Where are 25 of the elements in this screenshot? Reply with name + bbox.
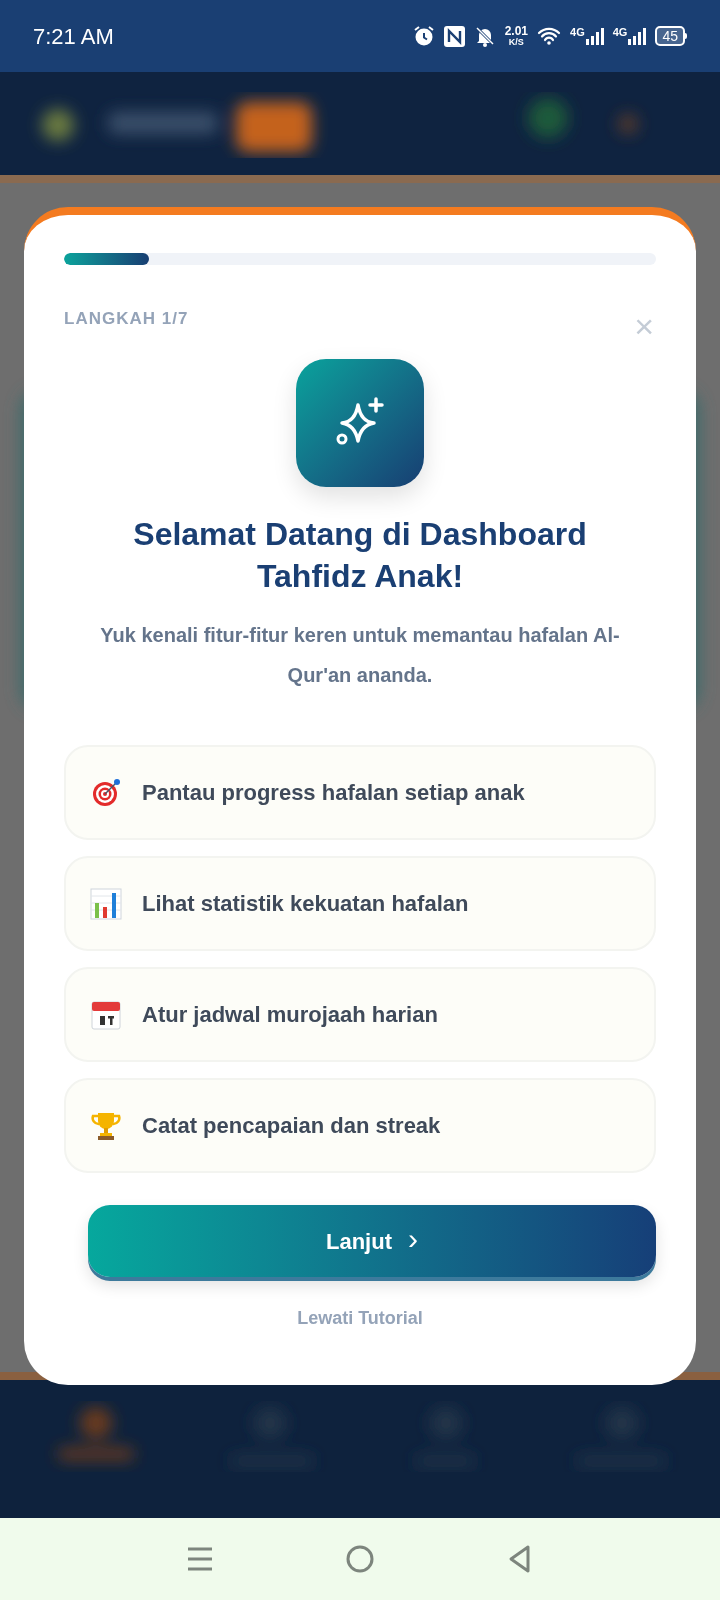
target-icon bbox=[90, 776, 122, 809]
network-type: 4G bbox=[570, 27, 585, 38]
close-button[interactable]: × bbox=[634, 309, 654, 343]
speed-unit: K/S bbox=[508, 38, 524, 47]
signal-icon bbox=[628, 27, 647, 45]
feature-text: Lihat statistik kekuatan hafalan bbox=[142, 890, 469, 918]
nfc-icon bbox=[443, 25, 465, 47]
network-type: 4G bbox=[612, 27, 628, 38]
feature-text: Pantau progress hafalan setiap anak bbox=[142, 779, 525, 807]
step-label: LANGKAH 1/7 bbox=[64, 308, 189, 331]
feature-text: Atur jadwal murojaah harian bbox=[142, 1001, 438, 1029]
welcome-subtitle: Yuk kenali fitur-fitur keren untuk memantau hafalan Al-Qur'an ananda. bbox=[99, 623, 621, 688]
network-speed: 2.01 bbox=[504, 25, 529, 37]
status-time: 7:21 AM bbox=[33, 22, 114, 51]
calendar-icon bbox=[90, 998, 122, 1031]
welcome-title: Selamat Datang di Dashboard Tahfidz Anak! bbox=[132, 515, 588, 596]
alarm-icon bbox=[412, 25, 435, 47]
home-icon[interactable] bbox=[345, 1544, 375, 1574]
bell-muted-icon bbox=[473, 25, 496, 47]
skip-tutorial-link[interactable]: Lewati Tutorial bbox=[297, 1305, 423, 1332]
wifi-icon bbox=[537, 26, 562, 46]
feature-text: Catat pencapaian dan streak bbox=[142, 1112, 441, 1140]
signal-icon bbox=[585, 27, 604, 45]
bar-chart-icon bbox=[90, 887, 122, 920]
battery-level: 45 bbox=[655, 26, 685, 46]
